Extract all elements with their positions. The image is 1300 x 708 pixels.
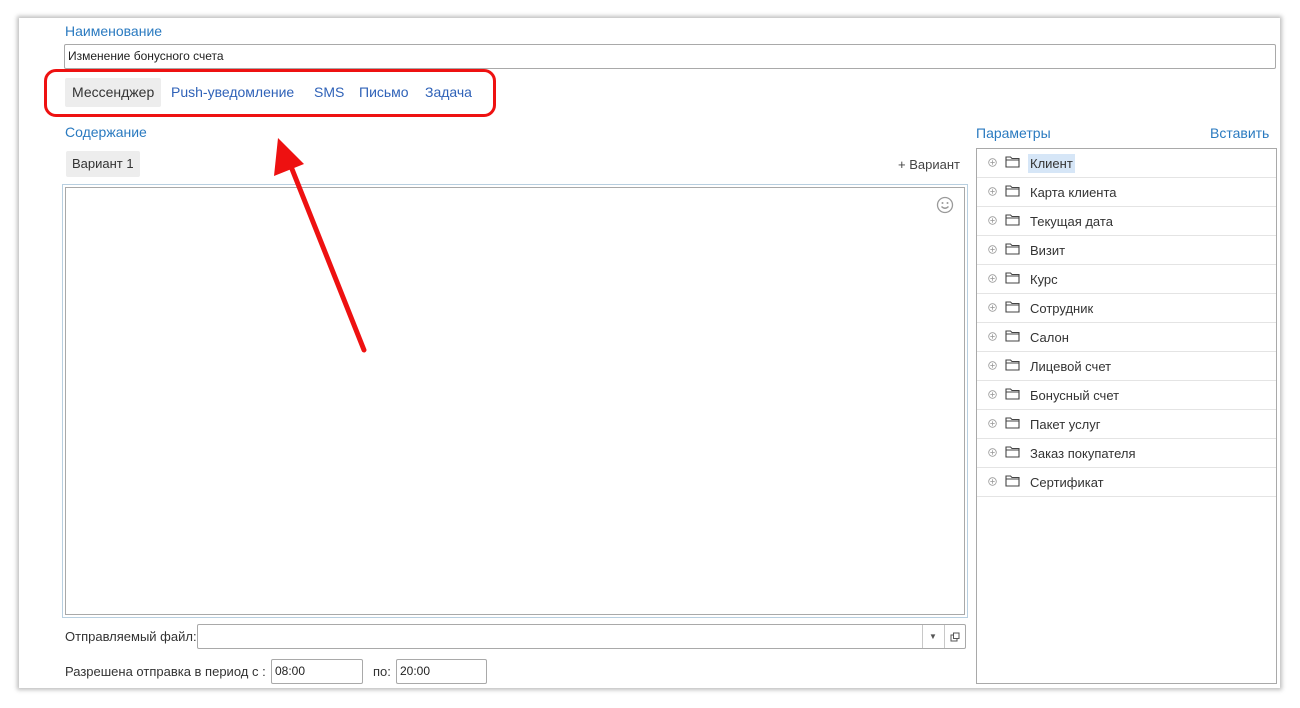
tree-item[interactable]: Бонусный счет — [977, 381, 1276, 410]
expand-icon[interactable] — [988, 448, 997, 457]
tree-item-label: Текущая дата — [1030, 214, 1113, 229]
expand-icon[interactable] — [988, 361, 997, 370]
period-to-label: по: — [373, 664, 391, 679]
period-label: Разрешена отправка в период с : — [65, 664, 266, 679]
tree-item[interactable]: Сотрудник — [977, 294, 1276, 323]
open-icon[interactable] — [944, 625, 965, 648]
expand-icon[interactable] — [988, 477, 997, 486]
expand-icon[interactable] — [988, 158, 997, 167]
period-from-field[interactable]: 08:00 — [271, 659, 363, 684]
tree-item-label: Сертификат — [1030, 475, 1104, 490]
tree-item-label: Карта клиента — [1030, 185, 1117, 200]
add-variant-button[interactable]: + Вариант — [898, 157, 960, 172]
highlight-annotation-box — [44, 69, 496, 117]
tree-item[interactable]: Визит — [977, 236, 1276, 265]
expand-icon[interactable] — [988, 419, 997, 428]
dropdown-arrow-icon[interactable]: ▼ — [922, 625, 943, 648]
folder-icon — [1005, 417, 1020, 429]
folder-icon — [1005, 185, 1020, 197]
tree-item-label: Сотрудник — [1030, 301, 1094, 316]
tree-item[interactable]: Карта клиента — [977, 178, 1276, 207]
tree-item[interactable]: Салон — [977, 323, 1276, 352]
folder-icon — [1005, 272, 1020, 284]
tree-item-label: Салон — [1030, 330, 1069, 345]
expand-icon[interactable] — [988, 216, 997, 225]
expand-icon[interactable] — [988, 303, 997, 312]
tree-item[interactable]: Сертификат — [977, 468, 1276, 497]
folder-icon — [1005, 475, 1020, 487]
smiley-icon[interactable] — [936, 196, 954, 214]
tree-item-label: Лицевой счет — [1030, 359, 1112, 374]
tree-item-label: Клиент — [1028, 154, 1075, 173]
folder-icon — [1005, 330, 1020, 342]
tree-item[interactable]: Лицевой счет — [977, 352, 1276, 381]
tree-item[interactable]: Курс — [977, 265, 1276, 294]
content-label: Содержание — [65, 124, 147, 140]
file-field[interactable]: ▼ — [197, 624, 966, 649]
insert-button[interactable]: Вставить — [1210, 125, 1269, 141]
expand-icon[interactable] — [988, 245, 997, 254]
tree-item-label: Заказ покупателя — [1030, 446, 1136, 461]
tree-item[interactable]: Пакет услуг — [977, 410, 1276, 439]
folder-icon — [1005, 388, 1020, 400]
tree-item[interactable]: Клиент — [977, 149, 1276, 178]
folder-icon — [1005, 446, 1020, 458]
folder-icon — [1005, 156, 1020, 168]
expand-icon[interactable] — [988, 390, 997, 399]
message-textarea[interactable] — [65, 187, 965, 615]
expand-icon[interactable] — [988, 187, 997, 196]
tree-item-label: Визит — [1030, 243, 1066, 258]
folder-icon — [1005, 301, 1020, 313]
tree-item[interactable]: Текущая дата — [977, 207, 1276, 236]
params-label: Параметры — [976, 125, 1051, 141]
period-to-field[interactable]: 20:00 — [396, 659, 487, 684]
expand-icon[interactable] — [988, 332, 997, 341]
file-label: Отправляемый файл: — [65, 629, 197, 644]
tree-item-label: Курс — [1030, 272, 1058, 287]
folder-icon — [1005, 214, 1020, 226]
folder-icon — [1005, 359, 1020, 371]
message-editor[interactable] — [62, 184, 968, 618]
name-field[interactable]: Изменение бонусного счета — [64, 44, 1276, 69]
tree-item-label: Пакет услуг — [1030, 417, 1101, 432]
params-tree[interactable]: Клиент Карта клиента Текущая дата Визит Курс… — [976, 148, 1277, 684]
folder-icon — [1005, 243, 1020, 255]
name-label: Наименование — [65, 23, 163, 39]
tree-item[interactable]: Заказ покупателя — [977, 439, 1276, 468]
tree-item-label: Бонусный счет — [1030, 388, 1120, 403]
expand-icon[interactable] — [988, 274, 997, 283]
arrow-annotation-icon — [274, 138, 367, 353]
variant-tab[interactable]: Вариант 1 — [66, 151, 140, 177]
